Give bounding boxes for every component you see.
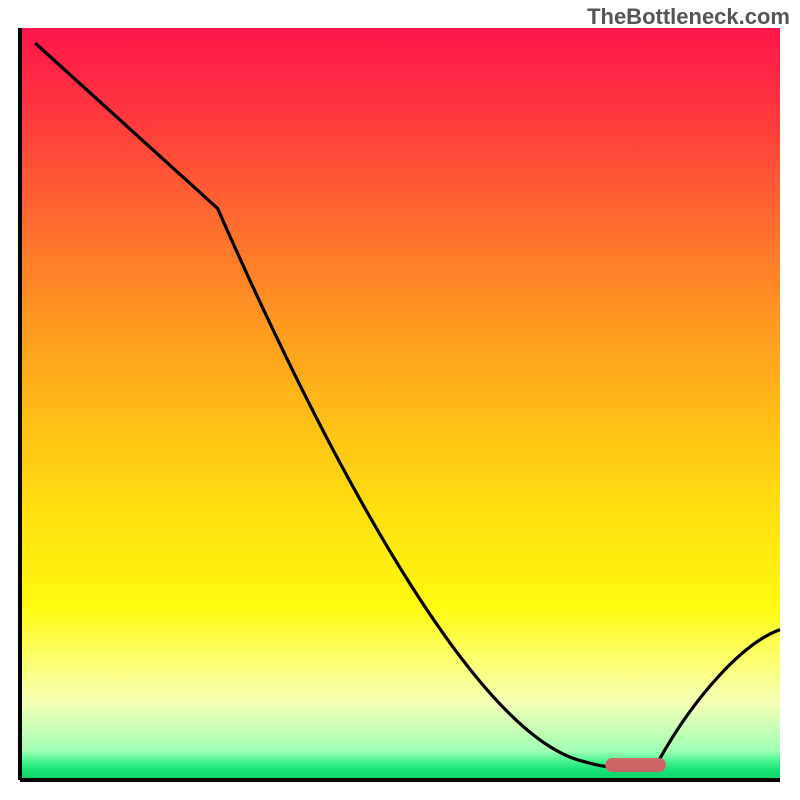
optimal-marker [605, 758, 666, 772]
plot-background [20, 28, 780, 780]
chart-container: TheBottleneck.com [0, 0, 800, 800]
watermark-text: TheBottleneck.com [587, 4, 790, 30]
bottleneck-chart [0, 0, 800, 800]
